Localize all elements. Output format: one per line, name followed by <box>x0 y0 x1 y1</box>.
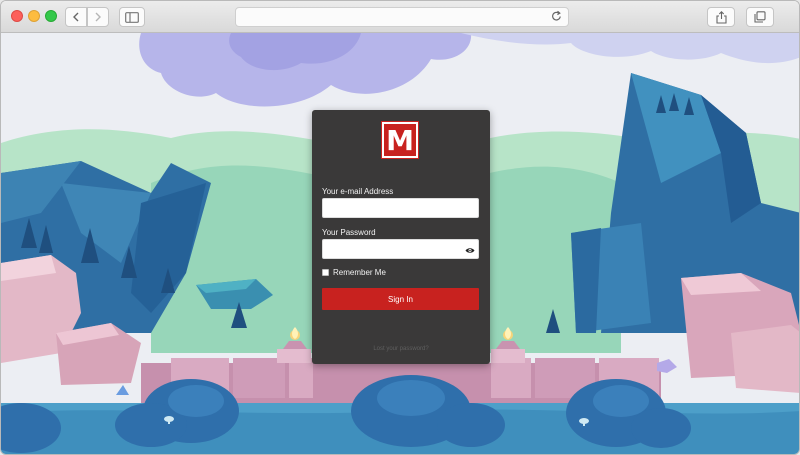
reload-icon[interactable] <box>551 10 562 25</box>
sidebar-icon <box>125 11 139 23</box>
close-window-button[interactable] <box>11 10 23 22</box>
remember-me-label: Remember Me <box>333 268 386 277</box>
share-icon <box>715 10 727 24</box>
password-label: Your Password <box>322 228 376 237</box>
browser-toolbar <box>1 1 799 33</box>
show-tabs-button[interactable] <box>746 7 774 27</box>
eye-icon <box>465 247 475 253</box>
maximize-window-button[interactable] <box>45 10 57 22</box>
brand-logo: M <box>381 121 419 159</box>
page-viewport: M Your e-mail Address Your Password Reme… <box>1 33 799 454</box>
tabs-icon <box>754 11 766 23</box>
lost-password-link[interactable]: Lost your password? <box>312 346 490 352</box>
sidebar-button[interactable] <box>119 7 145 27</box>
chevron-left-icon <box>73 12 79 22</box>
sign-in-button[interactable]: Sign In <box>322 288 479 310</box>
remember-me-checkbox[interactable] <box>322 269 329 276</box>
remember-me[interactable]: Remember Me <box>322 268 386 277</box>
email-field[interactable] <box>322 198 479 218</box>
logo-letter: M <box>386 123 414 157</box>
password-field[interactable] <box>322 239 479 259</box>
share-button[interactable] <box>707 7 735 27</box>
show-password-toggle[interactable] <box>463 243 477 257</box>
address-bar[interactable] <box>235 7 569 27</box>
login-card: M Your e-mail Address Your Password Reme… <box>312 110 490 364</box>
back-button[interactable] <box>65 7 87 27</box>
forward-button[interactable] <box>87 7 109 27</box>
minimize-window-button[interactable] <box>28 10 40 22</box>
email-label: Your e-mail Address <box>322 187 394 196</box>
browser-window: + <box>0 0 800 455</box>
chevron-right-icon <box>95 12 101 22</box>
